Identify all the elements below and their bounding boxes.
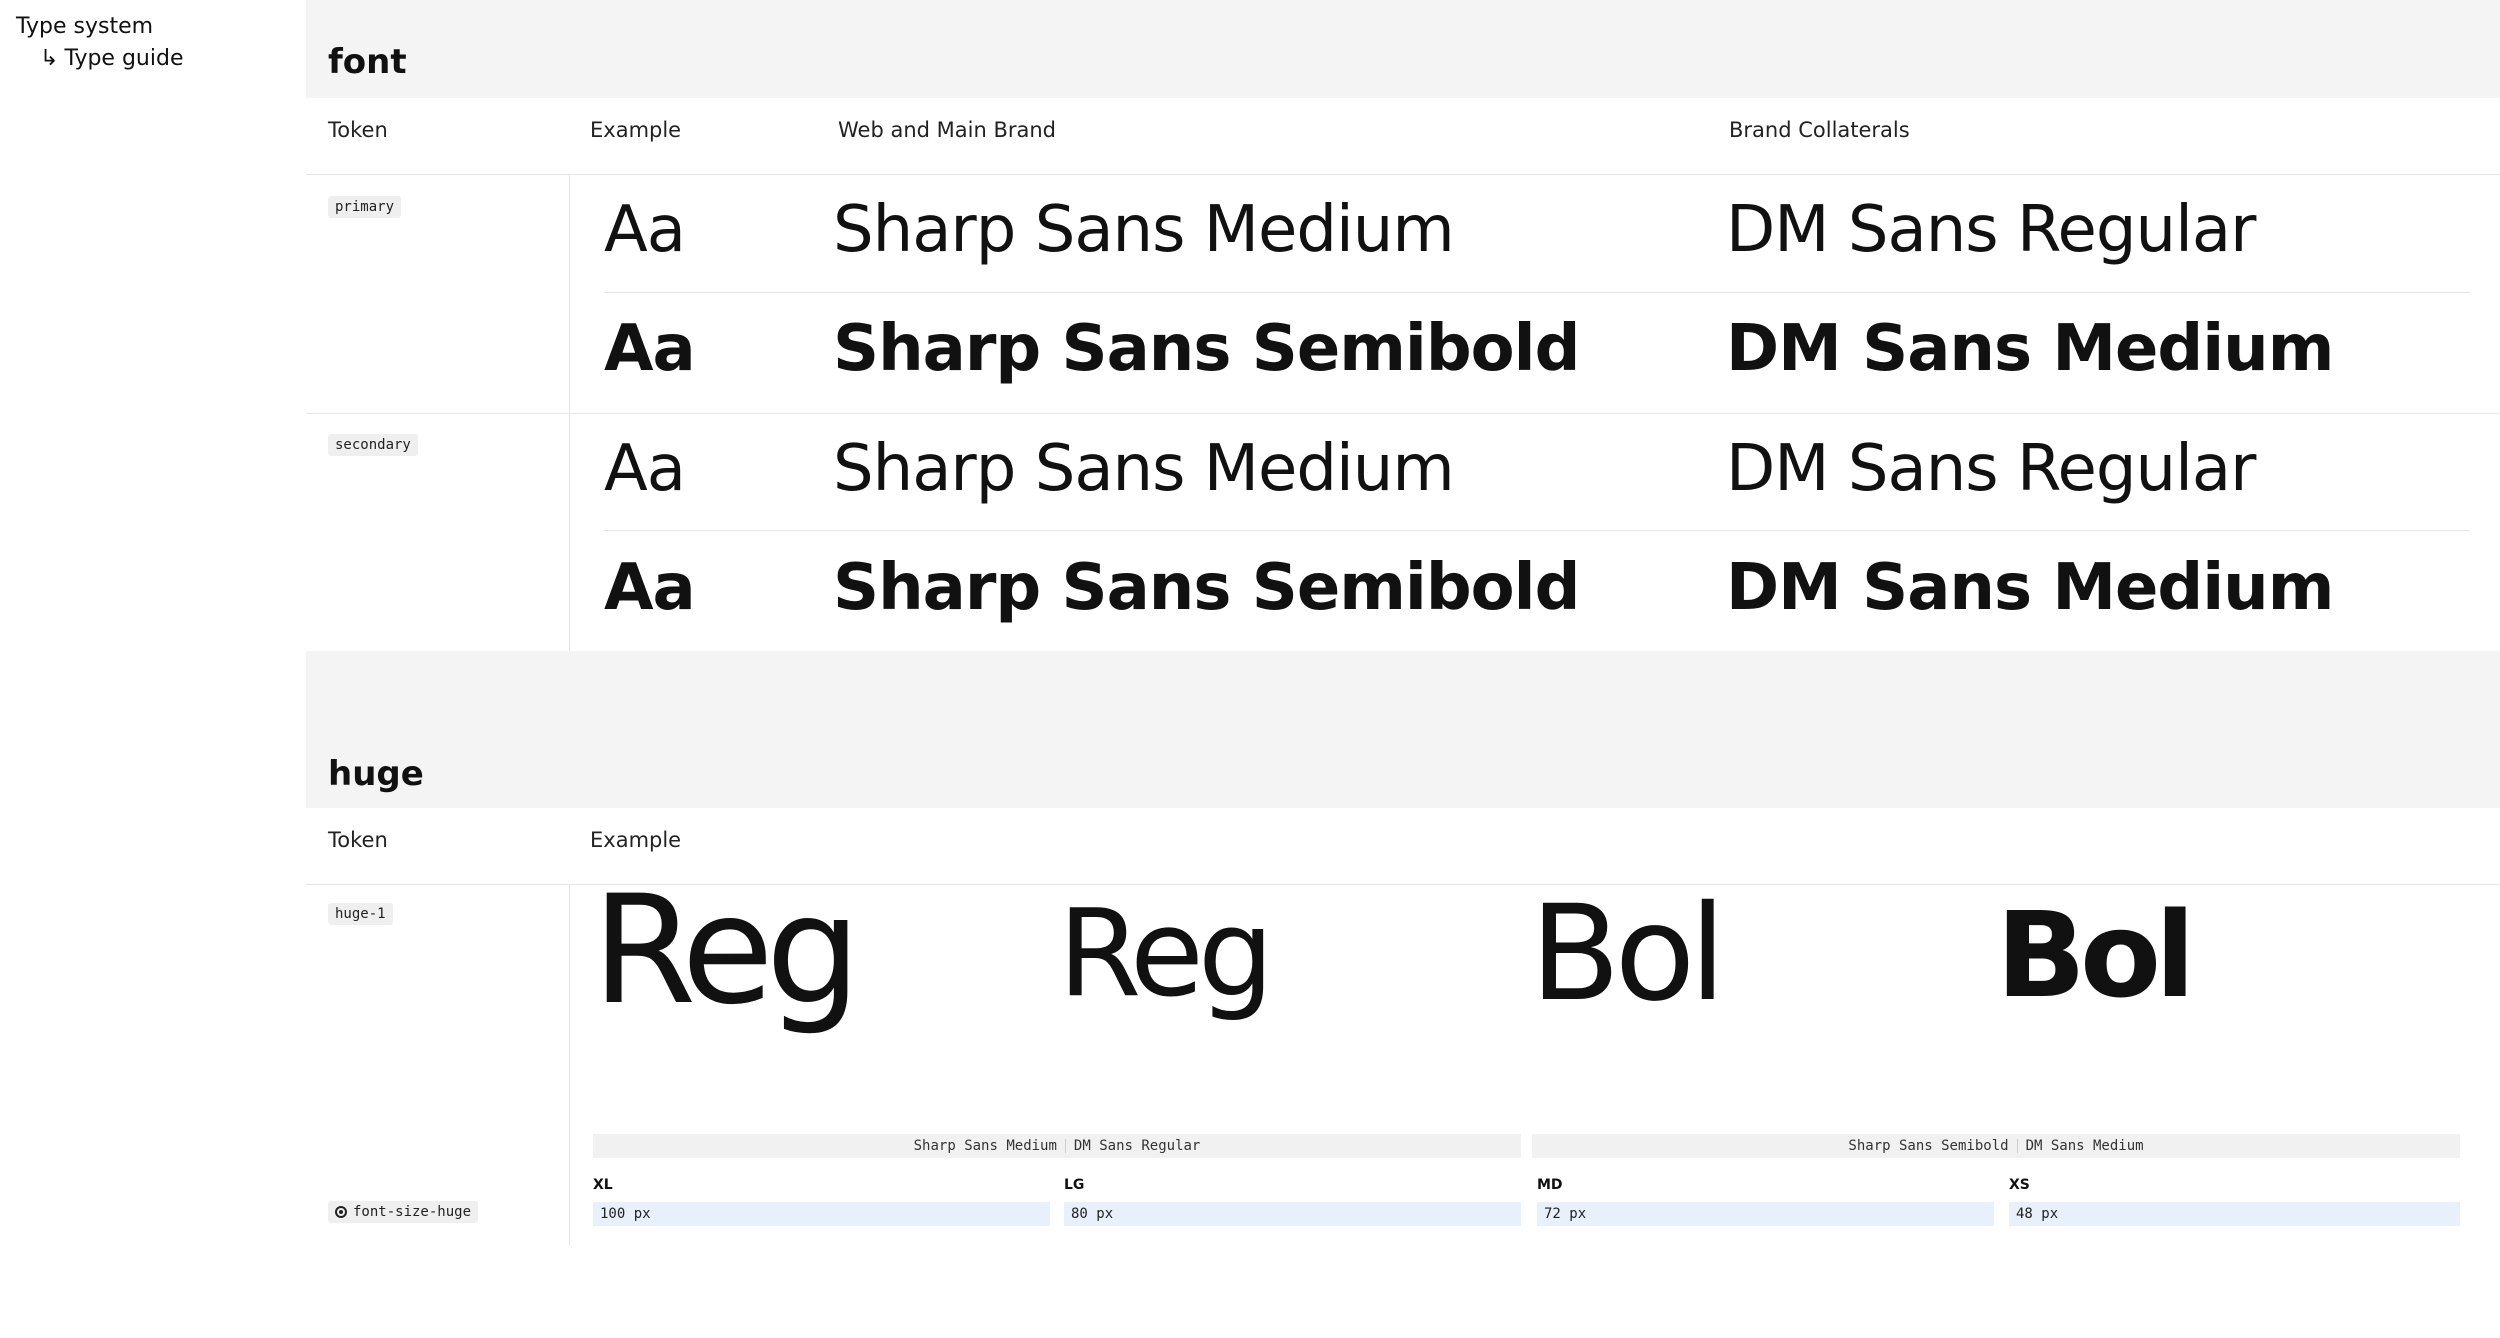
bar-separator: [1064, 1139, 1066, 1153]
nav-item-label: Type guide: [64, 46, 184, 71]
size-label-md: MD: [1537, 1177, 1563, 1193]
column-header-example: Example: [590, 118, 682, 142]
css-variable-name: font-size-huge: [353, 1204, 472, 1220]
font-bar-regular: Sharp Sans Medium DM Sans Regular: [593, 1134, 1521, 1158]
column-header-token: Token: [328, 828, 388, 852]
section-title-font: font: [328, 42, 407, 82]
size-label-xs: XS: [2009, 1177, 2030, 1193]
row-divider-vertical: [569, 413, 570, 651]
font-bar-web-name: Sharp Sans Semibold: [1848, 1138, 2009, 1154]
example-aa-bold: Aa: [604, 312, 696, 386]
column-header-web: Web and Main Brand: [838, 118, 1056, 142]
example-aa: Aa: [604, 193, 686, 267]
huge-section-header: huge: [306, 651, 2500, 808]
font-bar-bold: Sharp Sans Semibold DM Sans Medium: [1532, 1134, 2460, 1158]
size-value-md: 72 px: [1537, 1202, 1994, 1226]
collateral-font-sample: DM Sans Regular: [1726, 193, 2256, 267]
collateral-font-sample: DM Sans Regular: [1726, 432, 2256, 506]
variant-divider: [604, 292, 2470, 293]
row-divider-vertical: [569, 884, 570, 1246]
web-font-sample-bold: Sharp Sans Semibold: [833, 551, 1580, 625]
target-icon: [335, 1206, 347, 1218]
example-aa-bold: Aa: [604, 551, 696, 625]
bar-separator: [2016, 1139, 2018, 1153]
web-font-sample-bold: Sharp Sans Semibold: [833, 312, 1580, 386]
font-bar-collateral-name: DM Sans Medium: [2025, 1138, 2144, 1154]
font-column-headers: Token Example Web and Main Brand Brand C…: [306, 98, 2500, 175]
nav-item-type-system[interactable]: Type system: [16, 14, 153, 39]
huge-sample-bol-md: Bol: [1530, 877, 1726, 1031]
nav-item-type-guide[interactable]: ↳ Type guide: [40, 46, 183, 71]
token-tag-primary: primary: [328, 196, 402, 218]
huge-sample-reg-xl: Reg: [592, 864, 861, 1038]
huge-sample-bol-xs: Bol: [1996, 886, 2195, 1024]
size-label-lg: LG: [1064, 1177, 1085, 1193]
sidebar: Type system ↳ Type guide: [0, 0, 306, 1338]
section-title-huge: huge: [328, 754, 424, 794]
column-header-token: Token: [328, 118, 388, 142]
font-section-header: font: [306, 0, 2500, 98]
size-value-xl: 100 px: [593, 1202, 1050, 1226]
huge-sample-reg-lg: Reg: [1058, 885, 1274, 1024]
font-bar-collateral-name: DM Sans Regular: [1073, 1138, 1201, 1154]
size-value-lg: 80 px: [1064, 1202, 1521, 1226]
font-bar-web-name: Sharp Sans Medium: [913, 1138, 1057, 1154]
token-tag-secondary: secondary: [328, 434, 418, 456]
web-font-sample: Sharp Sans Medium: [833, 193, 1455, 267]
size-label-xl: XL: [593, 1177, 613, 1193]
main-content: font Token Example Web and Main Brand Br…: [306, 0, 2500, 1338]
example-aa: Aa: [604, 432, 686, 506]
child-arrow-icon: ↳: [40, 46, 59, 71]
collateral-font-sample-bold: DM Sans Medium: [1726, 551, 2334, 625]
page: Type system ↳ Type guide font Token Exam…: [0, 0, 2500, 1338]
token-tag-huge-1: huge-1: [328, 903, 393, 925]
variant-divider: [604, 530, 2470, 531]
collateral-font-sample-bold: DM Sans Medium: [1726, 312, 2334, 386]
row-divider: [306, 413, 2500, 414]
row-divider-vertical: [569, 175, 570, 413]
size-value-xs: 48 px: [2009, 1202, 2460, 1226]
column-header-collateral: Brand Collaterals: [1729, 118, 1910, 142]
column-header-example: Example: [590, 828, 682, 852]
css-variable-tag: font-size-huge: [328, 1201, 479, 1223]
web-font-sample: Sharp Sans Medium: [833, 432, 1455, 506]
